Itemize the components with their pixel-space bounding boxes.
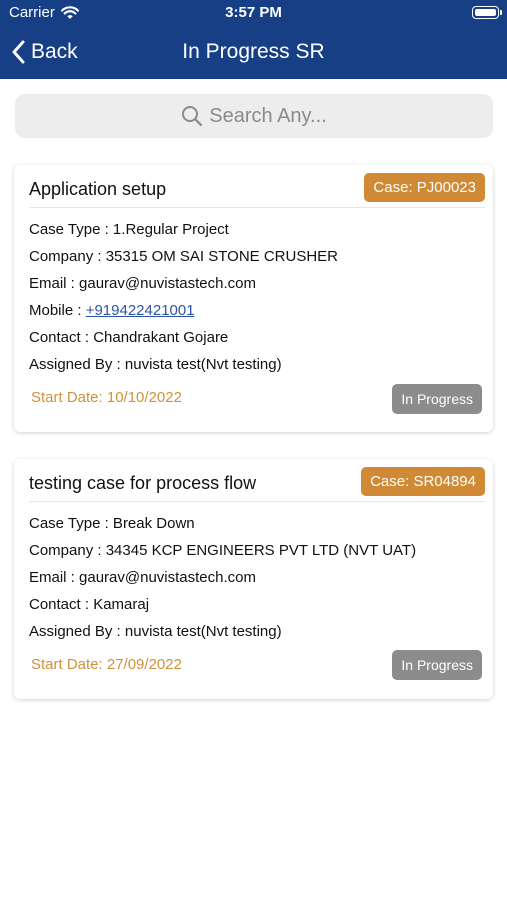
case-card[interactable]: testing case for process flow Case: SR04… [14,459,493,699]
mobile-label: Mobile : [29,302,86,319]
start-date: Start Date: 10/10/2022 [31,389,182,406]
search-placeholder: Search Any... [209,104,327,127]
page-title: In Progress SR [182,40,325,63]
status-button[interactable]: In Progress [392,650,482,680]
contact: Contact : Chandrakant Gojare [29,329,229,346]
battery-icon [472,6,502,19]
search-icon [182,106,203,127]
case-card[interactable]: Application setup Case: PJ00023 Case Typ… [14,165,493,432]
mobile-row: Mobile : +919422421001 [29,302,195,319]
assigned-by: Assigned By : nuvista test(Nvt testing) [29,623,282,640]
start-date: Start Date: 27/09/2022 [31,656,182,673]
case-id-badge[interactable]: Case: SR04894 [361,467,485,496]
case-type: Case Type : 1.Regular Project [29,221,229,238]
company: Company : 34345 KCP ENGINEERS PVT LTD (N… [29,542,417,559]
card-divider [29,207,485,208]
search-input[interactable]: Search Any... [15,94,493,138]
case-id-badge[interactable]: Case: PJ00023 [364,173,485,202]
card-divider [29,501,485,502]
mobile-link[interactable]: +919422421001 [86,302,195,319]
clock: 3:57 PM [225,4,282,21]
status-button[interactable]: In Progress [392,384,482,414]
case-type: Case Type : Break Down [29,515,195,532]
assigned-by: Assigned By : nuvista test(Nvt testing) [29,356,282,373]
email: Email : gaurav@nuvistastech.com [29,275,256,292]
case-title: Application setup [29,179,167,199]
company: Company : 35315 OM SAI STONE CRUSHER [29,248,338,265]
case-title: testing case for process flow [29,473,257,493]
contact: Contact : Kamaraj [29,596,150,613]
nav-bar: Back In Progress SR [0,26,507,79]
email: Email : gaurav@nuvistastech.com [29,569,256,586]
status-bar: Carrier 3:57 PM [0,0,507,26]
